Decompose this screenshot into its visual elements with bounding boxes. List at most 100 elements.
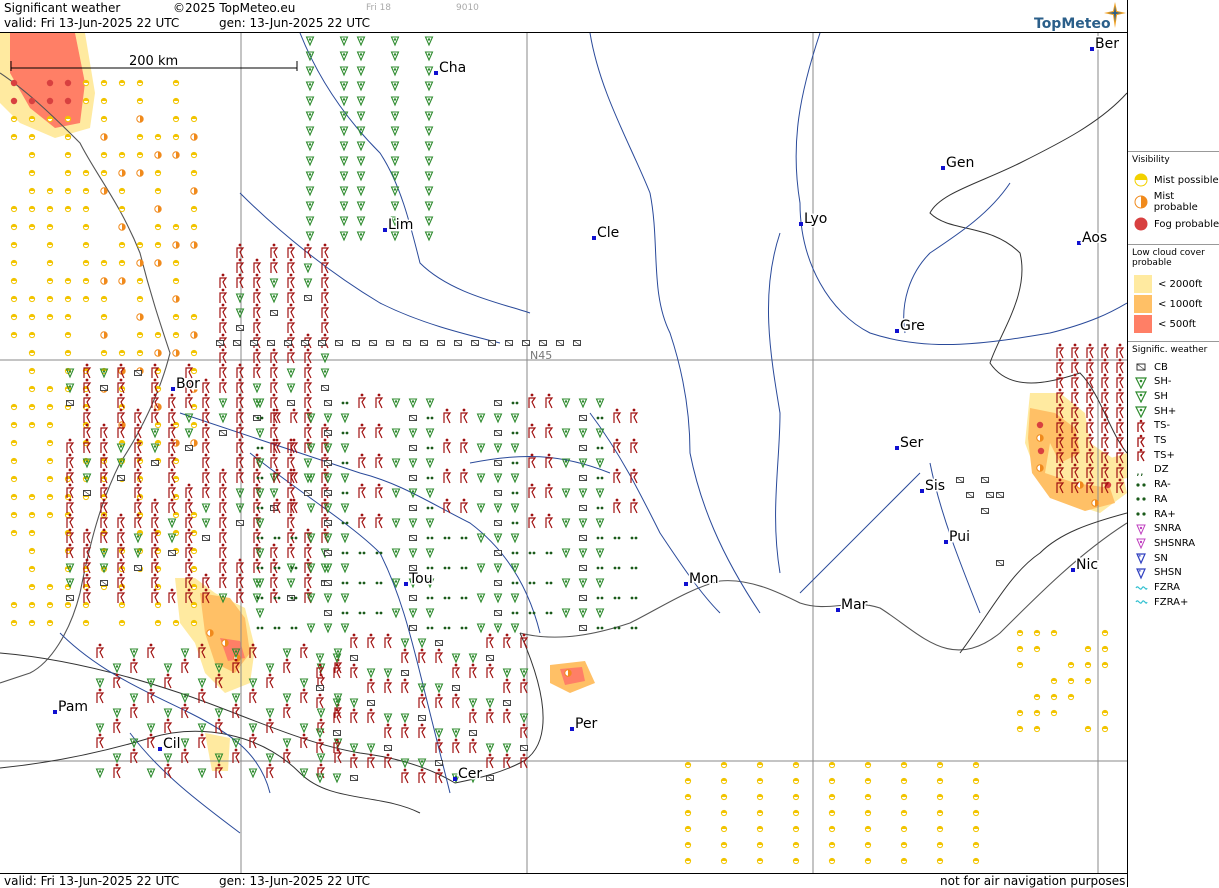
mist-possible-mark [46, 421, 54, 429]
thunderstorm-icon [1101, 418, 1110, 434]
cb-icon [324, 400, 332, 406]
shower-icon [493, 473, 503, 484]
mist-possible-mark [28, 529, 36, 537]
thunderstorm-icon [134, 408, 143, 424]
mist-possible-mark [756, 809, 764, 817]
city-marker: Aos [1077, 229, 1109, 248]
shower-icon [146, 768, 156, 779]
shower-icon [95, 723, 105, 734]
shower-icon [476, 473, 486, 484]
shower-icon [303, 263, 313, 274]
legend-weather-item: SNRA [1134, 521, 1181, 537]
mist-probable-mark [100, 187, 108, 195]
rain-icon [256, 446, 264, 450]
shower-icon [282, 648, 292, 659]
shower-icon [349, 743, 359, 754]
rain-icon [443, 566, 451, 570]
shower-icon [493, 563, 503, 574]
thunderstorm-icon [151, 588, 160, 604]
mist-possible-mark [1033, 645, 1041, 653]
rain-icon [545, 581, 553, 585]
brand-logo: TopMeteo [1034, 16, 1111, 32]
shower-icon [305, 186, 315, 197]
mist-possible-mark [972, 761, 980, 769]
city-marker: Cle [592, 224, 621, 243]
weather-map: N45 Cha Lim Bor Cle Lyo Gen Ber Aos Gre Ser Sis Pui… [0, 33, 1127, 873]
mist-possible-mark [172, 79, 180, 87]
rain-icon [273, 566, 281, 570]
mist-possible-mark [10, 511, 18, 519]
mist-possible-mark [684, 841, 692, 849]
mist-possible-mark [28, 403, 36, 411]
thunderstorm-icon [1086, 403, 1095, 419]
shower-icon [339, 231, 349, 242]
thunderstorm-icon [401, 678, 410, 694]
thunderstorm-icon [181, 658, 190, 674]
cb-icon [219, 430, 227, 436]
shower-icon [269, 278, 279, 289]
thunderstorm-icon [452, 738, 461, 754]
city-marker: Pam [53, 698, 90, 717]
mist-possible-mark [792, 841, 800, 849]
shower-icon [595, 578, 605, 589]
faint-day: Fri 18 [366, 3, 392, 13]
shower-icon [424, 216, 434, 227]
thunderstorm-icon [375, 513, 384, 529]
thunderstorm-icon [164, 673, 173, 689]
shower-icon [163, 663, 173, 674]
mist-possible-mark [864, 777, 872, 785]
header-bar: Significant weather ©2025 TopMeteo.eu Fr… [0, 0, 1127, 33]
thunderstorm-icon [1137, 434, 1146, 447]
mist-possible-mark [900, 825, 908, 833]
mist-possible-mark [64, 187, 72, 195]
thunderstorm-icon [219, 513, 228, 529]
svg-text:,,: ,, [1136, 464, 1144, 476]
legend-weather-item: TS+ [1134, 447, 1175, 463]
rain-icon [426, 416, 434, 420]
mist-possible-mark [10, 619, 18, 627]
shower-icon [340, 443, 350, 454]
cb-icon [216, 340, 224, 346]
mist-possible-mark [190, 619, 198, 627]
legend-cloud-item: < 500ft [1134, 315, 1196, 333]
mist-possible-mark [720, 777, 728, 785]
shower-icon [305, 216, 315, 227]
rain-icon [426, 566, 434, 570]
cb-icon [270, 310, 278, 316]
legend-visibility-item: Mist possible [1134, 172, 1219, 188]
thunderstorm-icon [443, 438, 452, 454]
thunderstorm-icon [270, 588, 279, 604]
shower-icon [485, 698, 495, 709]
city-marker: Nic [1071, 556, 1100, 575]
thunderstorm-icon [151, 558, 160, 574]
thunderstorm-icon [358, 513, 367, 529]
thunderstorm-icon [287, 513, 296, 529]
shower-icon [305, 141, 315, 152]
cb-icon [579, 415, 587, 421]
thunderstorm-icon [443, 468, 452, 484]
mist-possible-mark [1050, 677, 1058, 685]
thunderstorm-icon [1086, 358, 1095, 374]
mist-possible-mark [154, 619, 162, 627]
shower-icon [391, 398, 401, 409]
mist-possible-mark [864, 809, 872, 817]
mist-possible-mark [28, 295, 36, 303]
mist-possible-mark [720, 841, 728, 849]
shower-icon [305, 111, 315, 122]
cb-icon [579, 475, 587, 481]
mist-possible-mark [28, 313, 36, 321]
mist-possible-mark [100, 169, 108, 177]
shower-icon [408, 458, 418, 469]
mist-possible-mark [1101, 629, 1109, 637]
shower-icon [578, 608, 588, 619]
rain-icon [341, 611, 349, 615]
rain-icon [511, 431, 519, 435]
mist-possible-mark [100, 79, 108, 87]
shower-icon [349, 698, 359, 709]
rain-icon [511, 581, 519, 585]
shower-icon [146, 723, 156, 734]
cb-icon [284, 340, 292, 346]
mist-probable-icon [1134, 195, 1148, 209]
shower-icon [339, 186, 349, 197]
mist-possible-mark [936, 777, 944, 785]
